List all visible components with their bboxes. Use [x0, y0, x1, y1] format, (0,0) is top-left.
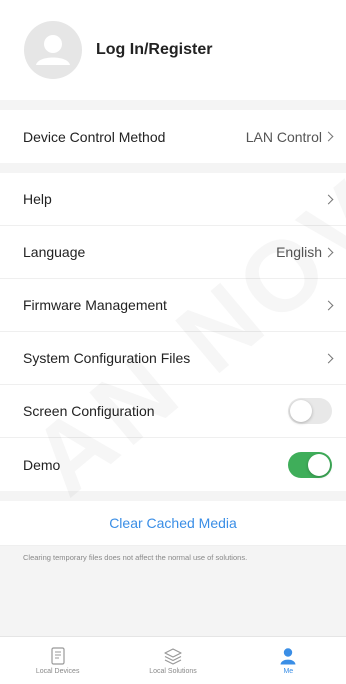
device-control-section: Device Control Method LAN Control [0, 110, 346, 163]
help-label: Help [23, 191, 52, 207]
tab-label: Local Devices [35, 667, 80, 675]
chevron-right-icon [323, 300, 334, 310]
firmware-management-label: Firmware Management [23, 297, 167, 313]
screen-configuration-label: Screen Configuration [23, 403, 155, 419]
login-register-link[interactable]: Log In/Register [96, 41, 212, 59]
chevron-right-icon [323, 247, 334, 257]
demo-row: Demo [0, 438, 346, 491]
chevron-right-icon [323, 353, 334, 363]
tab-label: Me [283, 667, 294, 675]
language-value: English [276, 244, 322, 260]
system-configuration-files-label: System Configuration Files [23, 350, 191, 366]
section-gap [0, 100, 346, 110]
section-gap [0, 163, 346, 173]
demo-toggle[interactable] [288, 451, 332, 478]
screen-configuration-toggle[interactable] [288, 398, 332, 424]
user-avatar-icon [24, 21, 82, 79]
cache-note: Clearing temporary files does not affect… [0, 546, 346, 569]
section-gap [0, 491, 346, 501]
tab-me[interactable]: Me [231, 637, 346, 684]
bottom-tab-bar: Local Devices Local Solutions Me [0, 636, 346, 684]
settings-section: Help Language English Firmware Managemen… [0, 173, 346, 491]
device-icon [51, 646, 65, 665]
toggle-knob [290, 400, 312, 422]
person-icon [280, 647, 296, 664]
chevron-right-icon [323, 131, 334, 142]
language-row[interactable]: Language English [0, 226, 346, 279]
layers-icon [164, 647, 182, 665]
help-row[interactable]: Help [0, 173, 346, 226]
clear-cache-section: Clear Cached Media [0, 501, 346, 546]
system-configuration-files-row[interactable]: System Configuration Files [0, 332, 346, 385]
clear-cached-media-button[interactable]: Clear Cached Media [109, 515, 237, 531]
tab-local-devices[interactable]: Local Devices [0, 637, 115, 684]
device-control-method-label: Device Control Method [23, 128, 166, 145]
tab-label: Local Solutions [149, 667, 197, 675]
firmware-management-row[interactable]: Firmware Management [0, 279, 346, 332]
toggle-knob [308, 453, 330, 476]
device-control-method-row[interactable]: Device Control Method LAN Control [0, 110, 346, 163]
demo-label: Demo [23, 456, 61, 473]
device-control-method-value: LAN Control [245, 128, 322, 145]
screen-configuration-row: Screen Configuration [0, 385, 346, 438]
profile-header[interactable]: Log In/Register [0, 0, 346, 100]
tab-local-solutions[interactable]: Local Solutions [115, 637, 230, 684]
language-label: Language [23, 244, 86, 260]
chevron-right-icon [323, 194, 334, 204]
